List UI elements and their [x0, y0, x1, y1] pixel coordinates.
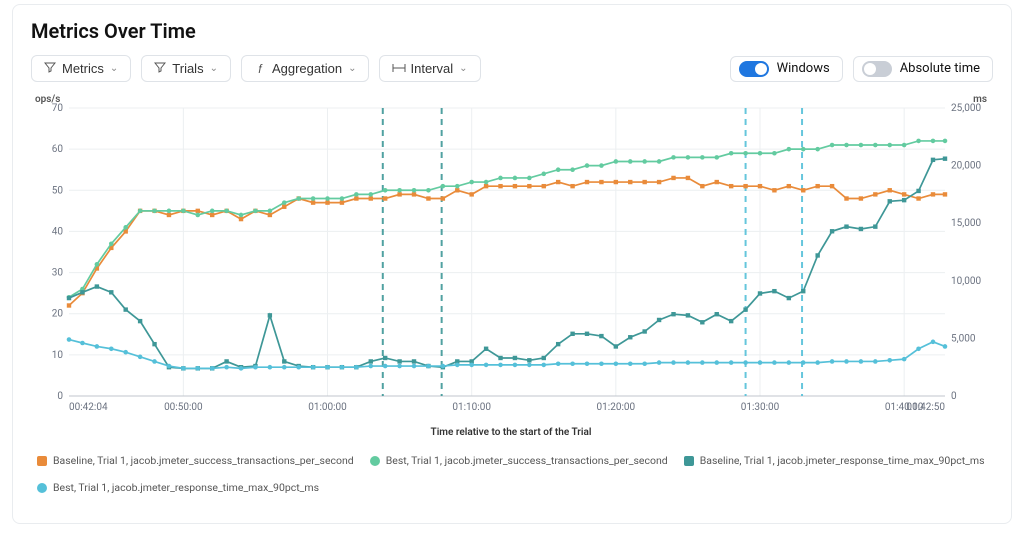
svg-text:10,000: 10,000 — [951, 276, 981, 287]
x-axis-label: Time relative to the start of the Trial — [31, 427, 991, 438]
function-icon: f — [254, 62, 266, 76]
svg-text:10: 10 — [52, 350, 64, 361]
legend-item[interactable]: Baseline, Trial 1, jacob.jmeter_response… — [684, 454, 985, 467]
windows-toggle[interactable]: Windows — [730, 56, 843, 82]
svg-text:40: 40 — [52, 226, 64, 237]
legend-item[interactable]: Baseline, Trial 1, jacob.jmeter_success_… — [37, 454, 354, 467]
y-right-axis-label: ms — [973, 94, 987, 105]
trials-filter-label: Trials — [172, 61, 203, 76]
svg-text:01:10:00: 01:10:00 — [452, 402, 491, 413]
svg-text:01:00:00: 01:00:00 — [308, 402, 347, 413]
svg-text:20,000: 20,000 — [951, 161, 981, 172]
legend-label: Best, Trial 1, jacob.jmeter_response_tim… — [53, 481, 319, 494]
legend-swatch — [37, 483, 47, 493]
chart-svg: 01020304050607005,00010,00015,00020,0002… — [31, 90, 991, 420]
interval-label: Interval — [410, 61, 453, 76]
toggle-switch-on — [739, 61, 769, 77]
windows-toggle-label: Windows — [777, 61, 830, 76]
svg-text:20: 20 — [52, 309, 64, 320]
legend-label: Best, Trial 1, jacob.jmeter_success_tran… — [386, 454, 668, 467]
metrics-filter-button[interactable]: Metrics ⌄ — [31, 55, 131, 82]
toolbar: Metrics ⌄ Trials ⌄ f Aggregation ⌄ Inter… — [31, 55, 993, 82]
svg-text:0: 0 — [57, 391, 63, 402]
chevron-down-icon: ⌄ — [210, 63, 218, 74]
svg-text:01:42:50: 01:42:50 — [906, 402, 945, 413]
trials-filter-button[interactable]: Trials ⌄ — [141, 55, 231, 82]
chevron-down-icon: ⌄ — [110, 63, 118, 74]
interval-button[interactable]: Interval ⌄ — [379, 55, 480, 82]
svg-text:15,000: 15,000 — [951, 218, 981, 229]
chevron-down-icon: ⌄ — [348, 63, 356, 74]
filter-icon — [154, 61, 166, 76]
chart-area: ops/s ms 01020304050607005,00010,00015,0… — [31, 90, 991, 450]
svg-text:01:30:00: 01:30:00 — [741, 402, 780, 413]
metrics-filter-label: Metrics — [62, 61, 104, 76]
y-left-axis-label: ops/s — [35, 94, 60, 105]
interval-icon — [392, 62, 404, 76]
svg-text:50: 50 — [52, 185, 64, 196]
absolute-time-toggle[interactable]: Absolute time — [853, 56, 993, 82]
chevron-down-icon: ⌄ — [459, 63, 467, 74]
legend-label: Baseline, Trial 1, jacob.jmeter_response… — [700, 454, 985, 467]
legend-swatch — [370, 456, 380, 466]
svg-text:60: 60 — [52, 144, 64, 155]
svg-text:0: 0 — [951, 391, 957, 402]
filter-icon — [44, 61, 56, 76]
svg-text:01:20:00: 01:20:00 — [597, 402, 636, 413]
legend: Baseline, Trial 1, jacob.jmeter_success_… — [31, 452, 993, 496]
aggregation-button[interactable]: f Aggregation ⌄ — [241, 55, 370, 82]
legend-item[interactable]: Best, Trial 1, jacob.jmeter_success_tran… — [370, 454, 668, 467]
metrics-card: Metrics Over Time Metrics ⌄ Trials ⌄ f A… — [12, 4, 1012, 524]
toggle-switch-off — [862, 61, 892, 77]
card-title: Metrics Over Time — [31, 19, 993, 43]
aggregation-label: Aggregation — [272, 61, 342, 76]
svg-text:5,000: 5,000 — [951, 333, 976, 344]
svg-text:00:42:04: 00:42:04 — [69, 402, 108, 413]
legend-swatch — [684, 456, 694, 466]
legend-label: Baseline, Trial 1, jacob.jmeter_success_… — [53, 454, 354, 467]
svg-text:30: 30 — [52, 268, 64, 279]
legend-swatch — [37, 456, 47, 466]
legend-item[interactable]: Best, Trial 1, jacob.jmeter_response_tim… — [37, 481, 319, 494]
svg-text:00:50:00: 00:50:00 — [164, 402, 203, 413]
absolute-time-label: Absolute time — [900, 61, 980, 76]
